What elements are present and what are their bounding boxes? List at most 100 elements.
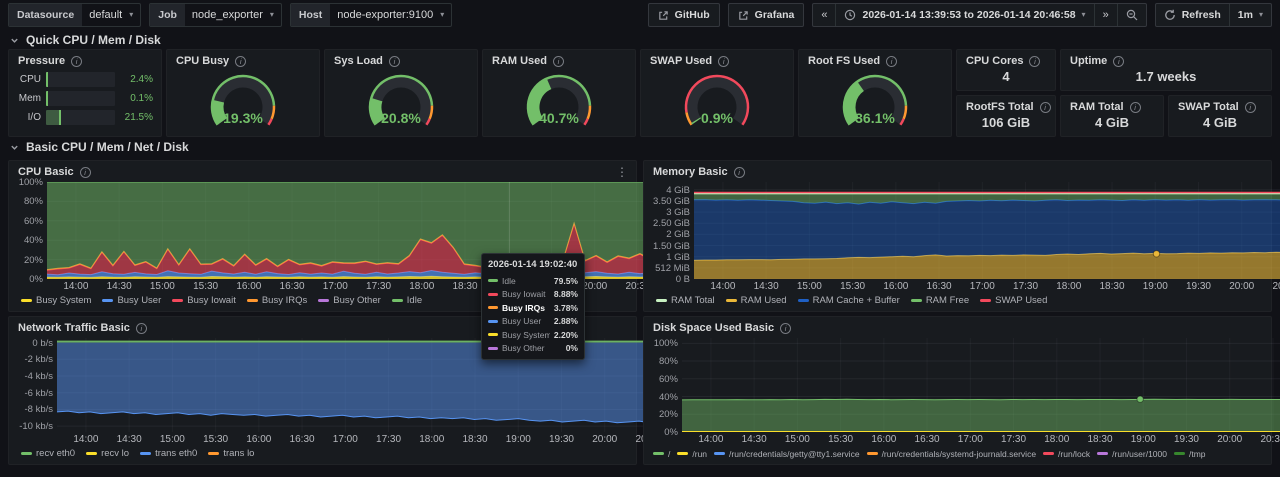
- refresh-interval-dropdown[interactable]: 1m ▾: [1229, 4, 1271, 26]
- tooltip-series-value: 2.20%: [554, 330, 578, 340]
- stat-value: 4: [957, 69, 1055, 90]
- tooltip-series-value: 0%: [566, 343, 578, 353]
- panel-title: SWAP Total: [1178, 101, 1239, 113]
- legend-swatch: [1174, 452, 1185, 455]
- info-icon[interactable]: i: [1113, 56, 1124, 67]
- tooltip-row: Busy Iowait 8.88%: [488, 288, 578, 302]
- legend-item[interactable]: recv eth0: [21, 448, 75, 459]
- legend-item[interactable]: Busy System: [21, 295, 91, 306]
- legend-label: /: [668, 449, 670, 459]
- info-icon[interactable]: i: [235, 56, 246, 67]
- legend-item[interactable]: /: [653, 449, 670, 459]
- time-shift-forward-button[interactable]: »: [1094, 4, 1117, 26]
- info-icon[interactable]: i: [1029, 56, 1040, 67]
- legend-swatch: [656, 299, 667, 302]
- panel-title: RAM Total: [1070, 101, 1124, 113]
- quick-row: Pressure i CPU 2.4%Mem 0.1%I/O 21.5% CPU…: [0, 49, 1280, 137]
- y-tick-label: -4 kb/s: [24, 371, 53, 382]
- info-icon[interactable]: i: [734, 167, 745, 178]
- tooltip-series-value: 8.88%: [554, 289, 578, 299]
- info-icon[interactable]: i: [718, 56, 729, 67]
- legend-item[interactable]: Busy Other: [318, 295, 381, 306]
- panel-title: Network Traffic Basic: [18, 322, 130, 334]
- panel-menu-icon[interactable]: ⋮: [613, 165, 631, 179]
- panel-title: SWAP Used: [650, 55, 712, 67]
- info-icon[interactable]: i: [71, 56, 82, 67]
- legend-label: /run/credentials/getty@tty1.service: [729, 449, 860, 459]
- time-shift-back-button[interactable]: «: [813, 4, 835, 26]
- clock-icon: [844, 9, 856, 21]
- legend-item[interactable]: Idle: [392, 295, 422, 306]
- github-button[interactable]: GitHub: [648, 3, 720, 27]
- datasource-picker[interactable]: Datasource default▾: [8, 3, 141, 27]
- info-icon[interactable]: i: [553, 56, 564, 67]
- refresh-button[interactable]: Refresh: [1156, 4, 1229, 26]
- legend-item[interactable]: RAM Total: [656, 295, 715, 306]
- info-icon[interactable]: i: [780, 323, 791, 334]
- legend-item[interactable]: Busy IRQs: [247, 295, 307, 306]
- chevron-down-icon: ▾: [1082, 11, 1086, 19]
- legend-item[interactable]: /run: [677, 449, 707, 459]
- info-icon[interactable]: i: [80, 167, 91, 178]
- legend-item[interactable]: trans lo: [208, 448, 254, 459]
- x-axis: 14:0014:3015:0015:3016:0016:3017:0017:30…: [644, 432, 1271, 447]
- tooltip-series-value: 2.88%: [554, 316, 578, 326]
- info-icon[interactable]: i: [1245, 102, 1256, 113]
- legend-item[interactable]: /run/credentials/systemd-journald.servic…: [867, 449, 1036, 459]
- legend-item[interactable]: /run/credentials/getty@tty1.service: [714, 449, 860, 459]
- legend-item[interactable]: Busy User: [102, 295, 161, 306]
- legend-label: Busy IRQs: [262, 295, 307, 306]
- x-axis: 14:0014:3015:0015:3016:0016:3017:0017:30…: [9, 432, 636, 447]
- legend-item[interactable]: RAM Free: [911, 295, 969, 306]
- x-tick-label: 16:30: [922, 281, 956, 292]
- job-picker[interactable]: Job node_exporter▾: [149, 3, 282, 27]
- info-icon[interactable]: i: [136, 323, 147, 334]
- zoom-out-time-button[interactable]: [1117, 4, 1146, 26]
- row-header-basic[interactable]: Basic CPU / Mem / Net / Disk: [0, 137, 1280, 156]
- tooltip-series-name: Busy System: [502, 330, 550, 340]
- y-axis: 0 b/s-2 kb/s-4 kb/s-6 kb/s-8 kb/s-10 kb/…: [13, 338, 57, 432]
- legend-item[interactable]: /run/user/1000: [1097, 449, 1167, 459]
- legend-item[interactable]: /tmp: [1174, 449, 1206, 459]
- y-tick-label: -8 kb/s: [24, 404, 53, 415]
- row-header-quick[interactable]: Quick CPU / Mem / Disk: [0, 30, 1280, 49]
- x-tick-label: 18:30: [1095, 281, 1129, 292]
- external-link-icon: [658, 10, 669, 21]
- x-tick-label: 15:30: [836, 281, 870, 292]
- x-tick-label: 18:30: [1083, 434, 1117, 445]
- info-icon[interactable]: i: [1130, 102, 1141, 113]
- legend-item[interactable]: RAM Used: [726, 295, 787, 306]
- grafana-button[interactable]: Grafana: [728, 3, 805, 27]
- legend-swatch: [247, 299, 258, 302]
- panel-title: RootFS Total: [966, 101, 1034, 113]
- y-tick-label: 512 MiB: [655, 263, 690, 274]
- legend-item[interactable]: trans eth0: [140, 448, 197, 459]
- x-tick-label: 16:00: [242, 434, 276, 445]
- time-range-button[interactable]: 2026-01-14 13:39:53 to 2026-01-14 20:46:…: [835, 4, 1093, 26]
- info-icon[interactable]: i: [1040, 102, 1051, 113]
- x-tick-label: 20:30: [1256, 434, 1280, 445]
- legend-item[interactable]: recv lo: [86, 448, 129, 459]
- legend-item[interactable]: SWAP Used: [980, 295, 1047, 306]
- x-tick-label: 15:30: [199, 434, 233, 445]
- y-tick-label: 100%: [19, 177, 43, 188]
- chart-tooltip: 2026-01-14 19:02:40 Idle 79.5% Busy Iowa…: [481, 253, 585, 360]
- legend-swatch: [798, 299, 809, 302]
- chevron-down-icon: ▾: [440, 11, 444, 19]
- legend-label: SWAP Used: [995, 295, 1047, 306]
- legend-item[interactable]: /run/lock: [1043, 449, 1090, 459]
- x-tick-label: 19:00: [501, 434, 535, 445]
- y-tick-label: 80%: [24, 196, 43, 207]
- tooltip-swatch: [488, 320, 498, 323]
- legend-item[interactable]: RAM Cache + Buffer: [798, 295, 900, 306]
- pressure-label: I/O: [15, 112, 41, 123]
- memory-basic-panel: Memory Basic i 4 GiB3.50 GiB3 GiB2.50 Gi…: [643, 160, 1272, 312]
- gauge-panel-ram-used: RAM Usedi 40.7%: [482, 49, 636, 137]
- x-tick-label: 17:30: [372, 434, 406, 445]
- legend-swatch: [677, 452, 688, 455]
- host-picker[interactable]: Host node-exporter:9100▾: [290, 3, 452, 27]
- info-icon[interactable]: i: [389, 56, 400, 67]
- legend-label: /run/credentials/systemd-journald.servic…: [882, 449, 1036, 459]
- legend-item[interactable]: Busy Iowait: [172, 295, 236, 306]
- info-icon[interactable]: i: [886, 56, 897, 67]
